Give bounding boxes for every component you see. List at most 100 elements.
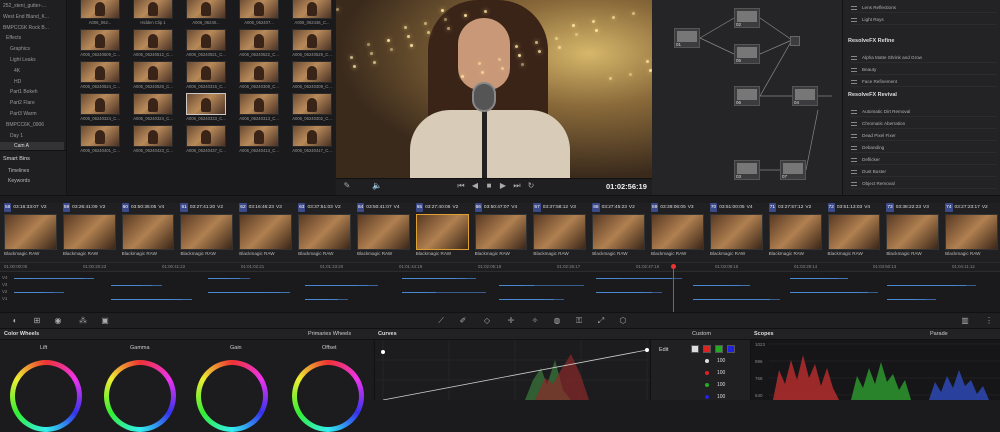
- primaries-mode-dropdown[interactable]: Primaries Wheels: [308, 331, 351, 337]
- timeline-clip[interactable]: 72 03:51:13:03 V4 Blackmagic RAW: [827, 203, 883, 262]
- fx-item[interactable]: Lens Reflections: [851, 2, 997, 13]
- timeline-clip[interactable]: 69 03:38:06:05 V3 Blackmagic RAW: [651, 203, 706, 262]
- blur-icon[interactable]: ◍: [552, 316, 562, 326]
- bin-item[interactable]: 252_steni_gutter-...: [0, 2, 64, 11]
- channel-g-chip[interactable]: [715, 345, 723, 353]
- play-icon[interactable]: ▶: [498, 181, 508, 191]
- magic-mask-icon[interactable]: ✧: [530, 316, 540, 326]
- media-clip-thumbnail[interactable]: A006_06240324_C...: [80, 93, 120, 125]
- timeline-clip[interactable]: 71 03:27:57:12 V2 Blackmagic RAW: [768, 203, 824, 262]
- media-clip-thumbnail[interactable]: A006_062...: [80, 0, 120, 29]
- scopes-mode-dropdown[interactable]: Parade: [930, 331, 948, 337]
- bin-item[interactable]: HD: [0, 78, 64, 87]
- channel-r-chip[interactable]: [703, 345, 711, 353]
- volume-icon[interactable]: 🔈: [372, 181, 382, 191]
- bin-item[interactable]: BMPCC6K_0906: [0, 121, 64, 130]
- offset-wheel[interactable]: [292, 360, 364, 432]
- motion-icon[interactable]: ▣: [100, 316, 110, 326]
- corrector-node[interactable]: 03: [734, 160, 760, 180]
- edit-value-b[interactable]: 100: [717, 394, 725, 400]
- timeline-clip[interactable]: 66 03:50:47:07 V4 Blackmagic RAW: [474, 203, 530, 262]
- lift-wheel[interactable]: [10, 360, 82, 432]
- curves-graph[interactable]: [375, 340, 651, 401]
- info-icon[interactable]: ⋮: [984, 316, 994, 326]
- timeline-clip[interactable]: 60 03:50:35:05 V4 Blackmagic RAW: [121, 203, 177, 262]
- corrector-node[interactable]: 05: [734, 44, 760, 64]
- bin-item[interactable]: Part3 Warm: [0, 110, 64, 119]
- corrector-node[interactable]: 06: [734, 86, 760, 106]
- bin-item[interactable]: West End Bland_K...: [0, 13, 64, 22]
- fx-item[interactable]: Beauty: [851, 64, 997, 75]
- viewer[interactable]: [336, 0, 652, 178]
- fx-item[interactable]: Deflicker: [851, 154, 997, 165]
- media-clip-thumbnail[interactable]: A006_06240401_C...: [80, 125, 120, 157]
- fx-item[interactable]: Alpha Matte Shrink and Grow: [851, 52, 997, 63]
- color-match-icon[interactable]: ⊞: [32, 316, 42, 326]
- media-clip-thumbnail[interactable]: A006_06240308_C...: [239, 61, 279, 93]
- media-clip-thumbnail[interactable]: A006_06240423_C...: [133, 125, 173, 157]
- media-clip-thumbnail[interactable]: Hidden Clip 1: [133, 0, 173, 29]
- edit-value-g[interactable]: 100: [717, 382, 725, 388]
- skip-end-icon[interactable]: ⏭: [512, 181, 522, 191]
- gamma-wheel[interactable]: [104, 360, 176, 432]
- media-clip-thumbnail[interactable]: A006_06240521_C...: [186, 29, 226, 61]
- node-graph[interactable]: 01 02 05 06 04 03 07: [652, 0, 842, 195]
- media-clip-thumbnail[interactable]: A006_06240522_C...: [239, 29, 279, 61]
- fx-item[interactable]: Face Refinement: [851, 76, 997, 87]
- fx-item[interactable]: Chromatic Aberration: [851, 118, 997, 129]
- corrector-node[interactable]: 04: [792, 86, 818, 106]
- timeline-clip[interactable]: 59 03:26:41:09 V2 Blackmagic RAW: [62, 203, 118, 262]
- media-clip-thumbnail[interactable]: A006_062407...: [239, 0, 279, 29]
- hdr-icon[interactable]: ⁂: [78, 316, 88, 326]
- corrector-node[interactable]: 01: [674, 28, 700, 48]
- curves-mode-dropdown[interactable]: Custom: [692, 331, 711, 337]
- curves-panel[interactable]: [374, 340, 651, 401]
- bin-item[interactable]: Part2 Flare: [0, 99, 64, 108]
- media-clip-thumbnail[interactable]: A006_06240509_C...: [80, 29, 120, 61]
- bin-item[interactable]: Day 1: [0, 132, 64, 141]
- media-clip-thumbnail[interactable]: A006_06240309_C...: [292, 61, 332, 93]
- timeline-clip[interactable]: 67 03:37:58:12 V3 Blackmagic RAW: [533, 203, 588, 262]
- media-clip-thumbnail[interactable]: A006_06240524_C...: [80, 61, 120, 93]
- media-clip-thumbnail[interactable]: A006_062436_C...: [292, 0, 332, 29]
- channel-b-chip[interactable]: [727, 345, 735, 353]
- tracker-icon[interactable]: ✛: [506, 316, 516, 326]
- smart-bin-timelines[interactable]: Timelines: [8, 168, 29, 174]
- gain-wheel[interactable]: [196, 360, 268, 432]
- pen-icon[interactable]: ✎: [342, 181, 352, 191]
- channel-y-chip[interactable]: [691, 345, 699, 353]
- window-icon[interactable]: ◇: [482, 316, 492, 326]
- bin-item[interactable]: BMPCC6K Rock B...: [0, 24, 64, 33]
- corrector-node[interactable]: 07: [780, 160, 806, 180]
- bin-item[interactable]: Light Leaks: [0, 56, 64, 65]
- timeline-clip[interactable]: 63 03:37:51:03 V2 Blackmagic RAW: [298, 203, 353, 262]
- timeline-clip[interactable]: 74 03:27:23:17 V2 Blackmagic RAW: [945, 203, 1000, 262]
- media-clip-thumbnail[interactable]: A006_06240526_C...: [133, 61, 173, 93]
- media-clip-thumbnail[interactable]: A006_06240417_C...: [292, 125, 332, 157]
- timeline-clip[interactable]: 70 03:51:00:05 V4 Blackmagic RAW: [709, 203, 765, 262]
- bin-item[interactable]: Effects: [0, 34, 64, 43]
- media-clip-thumbnail[interactable]: A006_06240333_C...: [186, 93, 226, 125]
- media-clip-thumbnail[interactable]: A006_06240302_C...: [292, 93, 332, 125]
- media-clip-thumbnail[interactable]: A006_06240413_C...: [239, 125, 279, 157]
- stop-icon[interactable]: ■: [484, 181, 494, 191]
- media-clip-thumbnail[interactable]: A006_06240...: [186, 0, 226, 29]
- media-clip-thumbnail[interactable]: A006_06240324_C...: [133, 93, 173, 125]
- mini-timeline[interactable]: 01:00:00:00 01:00:20:23 01:00:41:22 01:01:0…: [0, 262, 1000, 313]
- primaries-icon[interactable]: ◉: [53, 316, 63, 326]
- camera-raw-icon[interactable]: ◐: [10, 316, 20, 326]
- media-clip-thumbnail[interactable]: A006_06240313_C...: [239, 93, 279, 125]
- fx-item[interactable]: Dead Pixel Fixer: [851, 130, 997, 141]
- scopes-toggle-icon[interactable]: ▥: [960, 316, 970, 326]
- edit-value-r[interactable]: 100: [717, 370, 725, 376]
- bin-item[interactable]: 4K: [0, 67, 64, 76]
- smart-bin-keywords[interactable]: Keywords: [8, 178, 30, 184]
- curves-icon[interactable]: ⟋: [436, 316, 446, 326]
- fx-item[interactable]: Automatic Dirt Removal: [851, 106, 997, 117]
- media-clip-thumbnail[interactable]: A006_06240315_C...: [186, 61, 226, 93]
- fx-item[interactable]: Dust Buster: [851, 166, 997, 177]
- timeline-ruler[interactable]: 01:00:00:00 01:00:20:23 01:00:41:22 01:01:0…: [0, 263, 1000, 272]
- timeline-clip[interactable]: 61 03:27:41:20 V2 Blackmagic RAW: [180, 203, 235, 262]
- bin-item[interactable]: Part1 Bokeh: [0, 88, 64, 97]
- timeline-clip[interactable]: 73 03:38:22:23 V3 Blackmagic RAW: [886, 203, 941, 262]
